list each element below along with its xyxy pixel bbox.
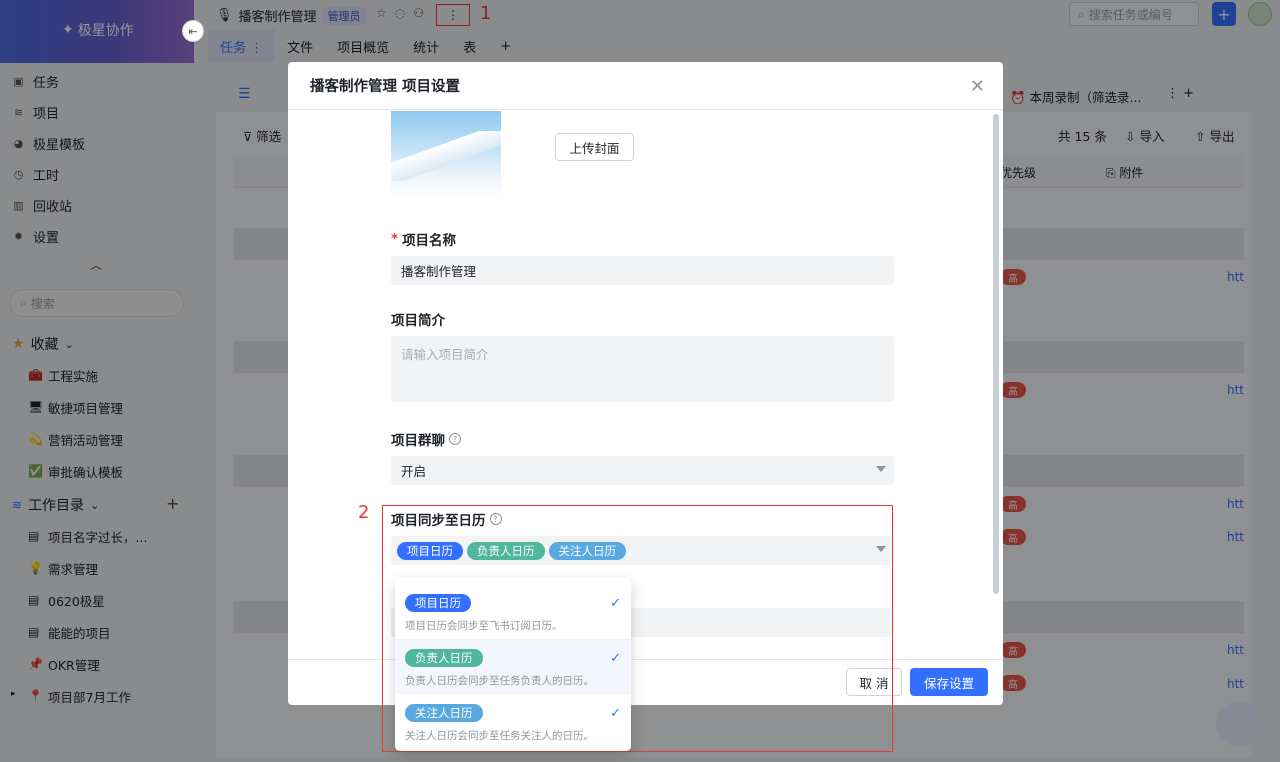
chip-project-calendar[interactable]: 项目日历 (397, 541, 463, 560)
option-description: 项目日历会同步至飞书订阅日历。 (405, 620, 563, 632)
dialog-body: 上传封面 * 项目名称 播客制作管理 项目简介 请输入项目简介 项目群聊? 开启 … (288, 111, 1003, 659)
cover-image (391, 111, 501, 199)
close-icon[interactable]: ✕ (970, 76, 985, 97)
calendar-sync-multiselect[interactable]: 项目日历 负责人日历 关注人日历 (391, 536, 894, 565)
check-icon: ✓ (610, 651, 621, 666)
project-chat-label: 项目群聊? (391, 429, 461, 449)
project-intro-textarea[interactable]: 请输入项目简介 (391, 336, 894, 402)
collapse-sidebar-button[interactable]: ⇤ (182, 20, 204, 42)
dropdown-option-owner-calendar[interactable]: 负责人日历 负责人日历会同步至任务负责人的日历。 ✓ (395, 639, 631, 694)
check-icon: ✓ (610, 706, 621, 721)
project-name-label: * 项目名称 (391, 229, 456, 249)
help-icon[interactable]: ? (449, 433, 461, 445)
save-settings-button[interactable]: 保存设置 (910, 668, 988, 696)
dropdown-option-follower-calendar[interactable]: 关注人日历 关注人日历会同步至任务关注人的日历。 ✓ (395, 694, 631, 749)
label-text: 项目简介 (391, 313, 445, 329)
chip-follower-calendar[interactable]: 关注人日历 (548, 541, 626, 560)
project-name-input[interactable]: 播客制作管理 (391, 256, 894, 285)
caret-down-icon (876, 466, 886, 472)
project-chat-select[interactable]: 开启 (391, 456, 894, 485)
label-text: 项目同步至日历 (391, 513, 486, 529)
check-icon: ✓ (610, 596, 621, 611)
option-chip: 负责人日历 (405, 649, 483, 667)
dialog-header: 播客制作管理 项目设置 ✕ (288, 62, 1003, 110)
required-mark: * (391, 231, 399, 247)
project-intro-label: 项目简介 (391, 309, 445, 329)
option-chip: 关注人日历 (405, 704, 483, 722)
upload-cover-button[interactable]: 上传封面 (555, 133, 634, 161)
select-value: 开启 (401, 464, 427, 479)
option-chip: 项目日历 (405, 594, 471, 612)
caret-down-icon (876, 546, 886, 552)
dialog-scrollbar[interactable] (993, 114, 999, 594)
cancel-button[interactable]: 取 消 (846, 668, 902, 696)
calendar-options-dropdown: 项目日历 项目日历会同步至飞书订阅日历。 ✓ 负责人日历 负责人日历会同步至任务… (395, 578, 631, 751)
label-text: 项目名称 (402, 233, 457, 249)
chip-owner-calendar[interactable]: 负责人日历 (467, 541, 545, 560)
dialog-title: 播客制作管理 项目设置 (310, 79, 461, 95)
label-text: 项目群聊 (391, 433, 445, 449)
option-description: 负责人日历会同步至任务负责人的日历。 (405, 675, 594, 687)
dropdown-option-project-calendar[interactable]: 项目日历 项目日历会同步至飞书订阅日历。 ✓ (395, 584, 631, 639)
annotation-number-2: 2 (358, 502, 370, 523)
mountain-graphic (391, 131, 501, 181)
option-description: 关注人日历会同步至任务关注人的日历。 (405, 730, 594, 742)
calendar-sync-label: 项目同步至日历? (391, 509, 502, 529)
help-icon[interactable]: ? (489, 513, 502, 525)
